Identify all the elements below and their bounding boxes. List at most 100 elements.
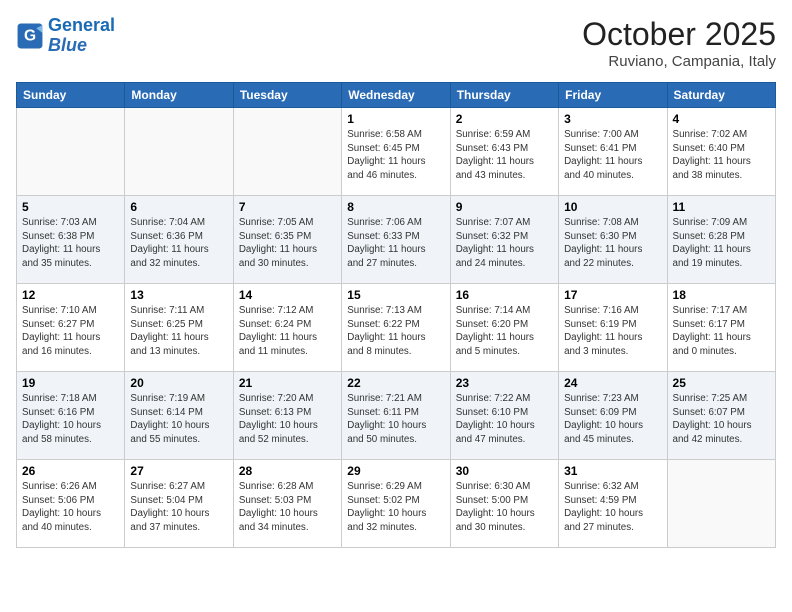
day-cell-6: 6 Sunrise: 7:04 AMSunset: 6:36 PMDaylight… (125, 196, 233, 284)
day-info: Sunrise: 7:06 AMSunset: 6:33 PMDaylight:… (347, 216, 444, 271)
logo: G General Blue (16, 16, 115, 56)
day-number: 11 (673, 200, 770, 214)
month-title: October 2025 (582, 16, 776, 53)
day-number: 28 (239, 464, 336, 478)
day-info: Sunrise: 6:28 AMSunset: 5:03 PMDaylight:… (239, 480, 336, 535)
col-header-wednesday: Wednesday (342, 83, 450, 108)
day-cell-31: 31 Sunrise: 6:32 AMSunset: 4:59 PMDayligh… (559, 460, 667, 548)
day-number: 20 (130, 376, 227, 390)
day-cell-19: 19 Sunrise: 7:18 AMSunset: 6:16 PMDayligh… (17, 372, 125, 460)
day-number: 26 (22, 464, 119, 478)
day-number: 3 (564, 112, 661, 126)
day-number: 23 (456, 376, 553, 390)
day-info: Sunrise: 6:29 AMSunset: 5:02 PMDaylight:… (347, 480, 444, 535)
day-number: 17 (564, 288, 661, 302)
day-cell-10: 10 Sunrise: 7:08 AMSunset: 6:30 PMDayligh… (559, 196, 667, 284)
day-info: Sunrise: 7:08 AMSunset: 6:30 PMDaylight:… (564, 216, 661, 271)
day-number: 18 (673, 288, 770, 302)
day-number: 21 (239, 376, 336, 390)
day-info: Sunrise: 6:30 AMSunset: 5:00 PMDaylight:… (456, 480, 553, 535)
day-cell-28: 28 Sunrise: 6:28 AMSunset: 5:03 PMDayligh… (233, 460, 341, 548)
day-cell-9: 9 Sunrise: 7:07 AMSunset: 6:32 PMDaylight… (450, 196, 558, 284)
day-info: Sunrise: 7:04 AMSunset: 6:36 PMDaylight:… (130, 216, 227, 271)
day-number: 13 (130, 288, 227, 302)
day-number: 15 (347, 288, 444, 302)
day-cell-24: 24 Sunrise: 7:23 AMSunset: 6:09 PMDayligh… (559, 372, 667, 460)
day-info: Sunrise: 7:07 AMSunset: 6:32 PMDaylight:… (456, 216, 553, 271)
day-cell-3: 3 Sunrise: 7:00 AMSunset: 6:41 PMDaylight… (559, 108, 667, 196)
day-info: Sunrise: 7:03 AMSunset: 6:38 PMDaylight:… (22, 216, 119, 271)
day-info: Sunrise: 7:12 AMSunset: 6:24 PMDaylight:… (239, 304, 336, 359)
empty-cell (233, 108, 341, 196)
day-info: Sunrise: 7:17 AMSunset: 6:17 PMDaylight:… (673, 304, 770, 359)
day-number: 29 (347, 464, 444, 478)
day-cell-25: 25 Sunrise: 7:25 AMSunset: 6:07 PMDayligh… (667, 372, 775, 460)
day-number: 7 (239, 200, 336, 214)
day-number: 24 (564, 376, 661, 390)
day-info: Sunrise: 7:22 AMSunset: 6:10 PMDaylight:… (456, 392, 553, 447)
day-info: Sunrise: 7:19 AMSunset: 6:14 PMDaylight:… (130, 392, 227, 447)
day-cell-27: 27 Sunrise: 6:27 AMSunset: 5:04 PMDayligh… (125, 460, 233, 548)
day-info: Sunrise: 7:09 AMSunset: 6:28 PMDaylight:… (673, 216, 770, 271)
day-cell-5: 5 Sunrise: 7:03 AMSunset: 6:38 PMDaylight… (17, 196, 125, 284)
day-cell-12: 12Sunrise: 7:10 AMSunset: 6:27 PMDayligh… (17, 284, 125, 372)
svg-text:G: G (24, 27, 36, 44)
day-info: Sunrise: 7:13 AMSunset: 6:22 PMDaylight:… (347, 304, 444, 359)
empty-cell (667, 460, 775, 548)
day-number: 8 (347, 200, 444, 214)
day-cell-18: 18 Sunrise: 7:17 AMSunset: 6:17 PMDayligh… (667, 284, 775, 372)
logo-line1: General (48, 15, 115, 35)
day-number: 6 (130, 200, 227, 214)
location: Ruviano, Campania, Italy (582, 53, 776, 70)
empty-cell (125, 108, 233, 196)
day-cell-2: 2 Sunrise: 6:59 AMSunset: 6:43 PMDaylight… (450, 108, 558, 196)
day-number: 14 (239, 288, 336, 302)
day-number: 1 (347, 112, 444, 126)
col-header-monday: Monday (125, 83, 233, 108)
day-info: Sunrise: 7:21 AMSunset: 6:11 PMDaylight:… (347, 392, 444, 447)
day-number: 10 (564, 200, 661, 214)
day-info: Sunrise: 7:11 AMSunset: 6:25 PMDaylight:… (130, 304, 227, 359)
day-number: 30 (456, 464, 553, 478)
title-block: October 2025 Ruviano, Campania, Italy (582, 16, 776, 70)
day-cell-11: 11 Sunrise: 7:09 AMSunset: 6:28 PMDayligh… (667, 196, 775, 284)
day-cell-13: 13 Sunrise: 7:11 AMSunset: 6:25 PMDayligh… (125, 284, 233, 372)
day-info: Sunrise: 6:58 AMSunset: 6:45 PMDaylight:… (347, 128, 444, 183)
day-cell-1: 1 Sunrise: 6:58 AMSunset: 6:45 PMDaylight… (342, 108, 450, 196)
day-info: Sunrise: 7:23 AMSunset: 6:09 PMDaylight:… (564, 392, 661, 447)
day-info: Sunrise: 7:16 AMSunset: 6:19 PMDaylight:… (564, 304, 661, 359)
day-cell-8: 8 Sunrise: 7:06 AMSunset: 6:33 PMDaylight… (342, 196, 450, 284)
day-cell-23: 23 Sunrise: 7:22 AMSunset: 6:10 PMDayligh… (450, 372, 558, 460)
day-info: Sunrise: 6:27 AMSunset: 5:04 PMDaylight:… (130, 480, 227, 535)
day-number: 22 (347, 376, 444, 390)
day-info: Sunrise: 6:32 AMSunset: 4:59 PMDaylight:… (564, 480, 661, 535)
day-info: Sunrise: 7:05 AMSunset: 6:35 PMDaylight:… (239, 216, 336, 271)
day-info: Sunrise: 6:26 AMSunset: 5:06 PMDaylight:… (22, 480, 119, 535)
col-header-thursday: Thursday (450, 83, 558, 108)
day-cell-20: 20 Sunrise: 7:19 AMSunset: 6:14 PMDayligh… (125, 372, 233, 460)
day-number: 31 (564, 464, 661, 478)
day-info: Sunrise: 7:02 AMSunset: 6:40 PMDaylight:… (673, 128, 770, 183)
day-info: Sunrise: 7:25 AMSunset: 6:07 PMDaylight:… (673, 392, 770, 447)
day-number: 9 (456, 200, 553, 214)
day-number: 16 (456, 288, 553, 302)
day-number: 25 (673, 376, 770, 390)
col-header-sunday: Sunday (17, 83, 125, 108)
day-info: Sunrise: 7:20 AMSunset: 6:13 PMDaylight:… (239, 392, 336, 447)
calendar-table: SundayMondayTuesdayWednesdayThursdayFrid… (16, 82, 776, 548)
day-cell-7: 7 Sunrise: 7:05 AMSunset: 6:35 PMDaylight… (233, 196, 341, 284)
week-row: 19 Sunrise: 7:18 AMSunset: 6:16 PMDayligh… (17, 372, 776, 460)
day-number: 12 (22, 288, 119, 302)
day-cell-16: 16Sunrise: 7:14 AMSunset: 6:20 PMDayligh… (450, 284, 558, 372)
day-info: Sunrise: 7:18 AMSunset: 6:16 PMDaylight:… (22, 392, 119, 447)
day-info: Sunrise: 7:00 AMSunset: 6:41 PMDaylight:… (564, 128, 661, 183)
week-row: 12Sunrise: 7:10 AMSunset: 6:27 PMDayligh… (17, 284, 776, 372)
day-number: 27 (130, 464, 227, 478)
day-number: 19 (22, 376, 119, 390)
day-number: 2 (456, 112, 553, 126)
day-cell-14: 14 Sunrise: 7:12 AMSunset: 6:24 PMDayligh… (233, 284, 341, 372)
day-cell-29: 29 Sunrise: 6:29 AMSunset: 5:02 PMDayligh… (342, 460, 450, 548)
day-number: 5 (22, 200, 119, 214)
day-info: Sunrise: 6:59 AMSunset: 6:43 PMDaylight:… (456, 128, 553, 183)
logo-line2: Blue (48, 35, 87, 55)
